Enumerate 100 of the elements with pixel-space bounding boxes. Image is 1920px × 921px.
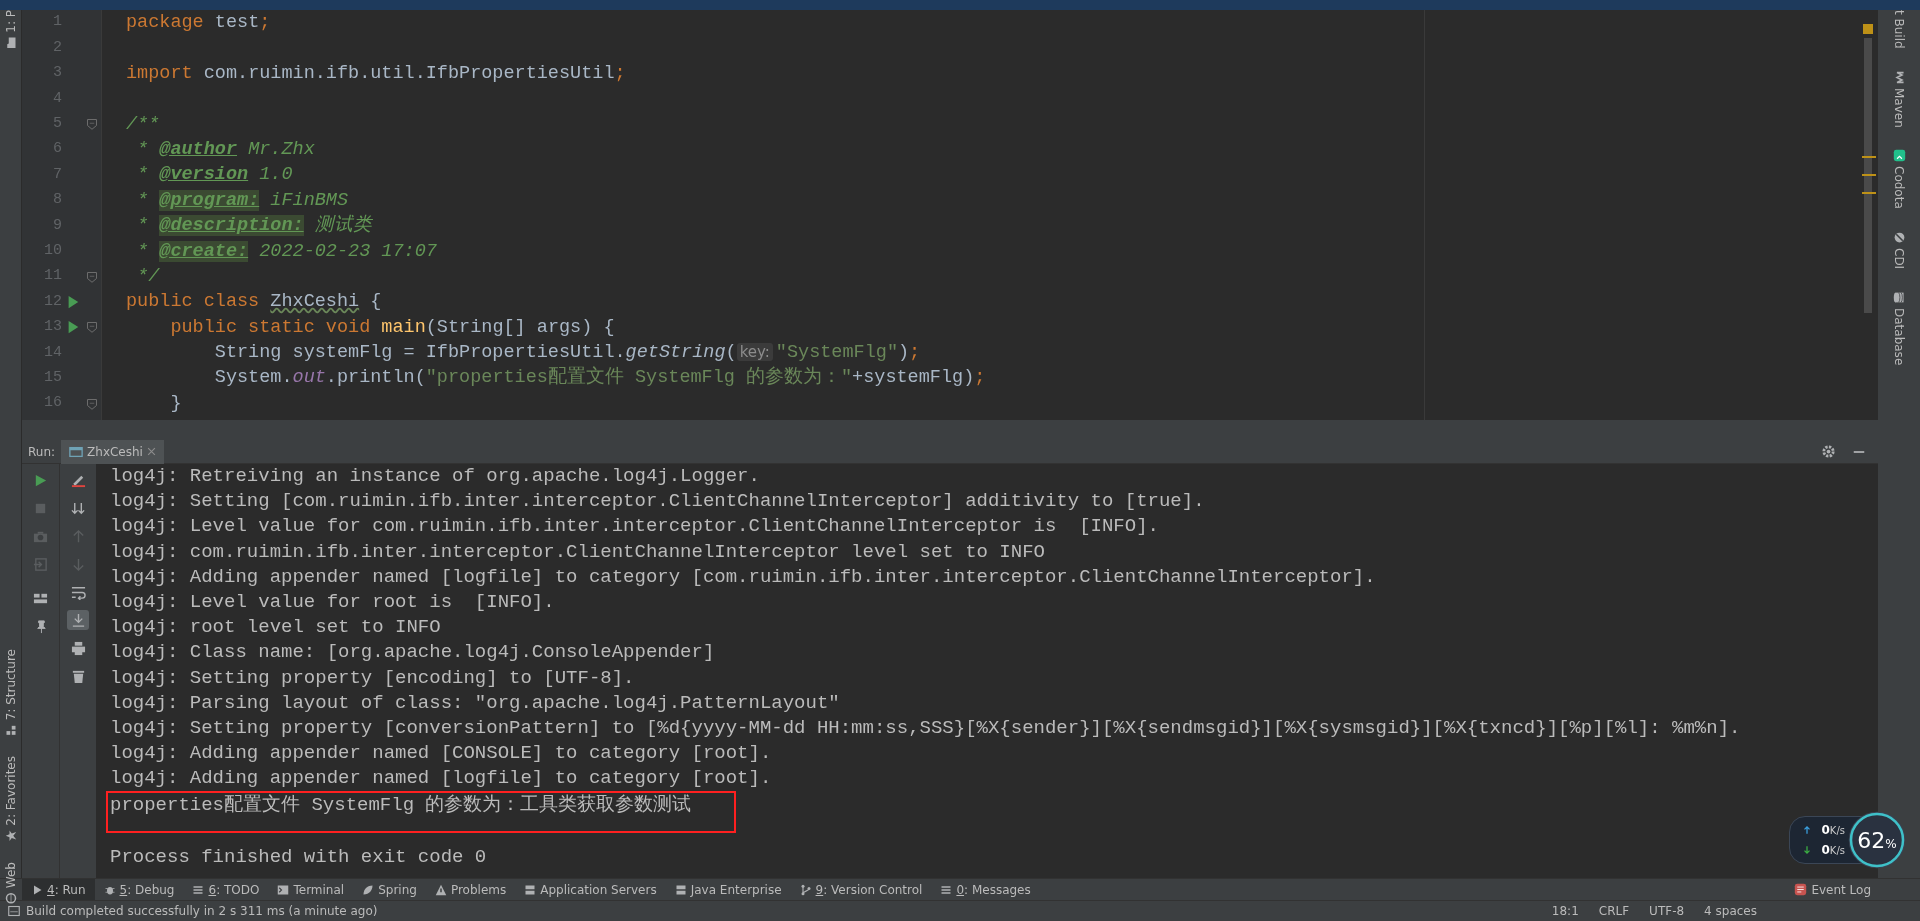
warning-marker[interactable] bbox=[1862, 174, 1876, 176]
fold-icon[interactable] bbox=[86, 320, 98, 335]
build-status-icon[interactable] bbox=[8, 905, 20, 917]
star-icon bbox=[4, 829, 17, 842]
list-icon bbox=[940, 883, 953, 896]
fold-icon[interactable] bbox=[86, 269, 98, 284]
code-line: */ bbox=[136, 264, 160, 289]
scrollbar[interactable] bbox=[1864, 38, 1872, 313]
code-line: * @create: 2022-02-23 17:07 bbox=[136, 239, 437, 264]
tool-window-tab[interactable]: Java Enterprise bbox=[665, 878, 791, 901]
run-icon[interactable] bbox=[66, 294, 80, 310]
status-item[interactable]: CRLF bbox=[1591, 902, 1637, 920]
speed-value: 0 bbox=[1821, 843, 1830, 857]
tool-window-tab[interactable]: 0: Messages bbox=[931, 878, 1040, 901]
speed-unit: K/s bbox=[1829, 845, 1845, 856]
fold-icon[interactable] bbox=[86, 396, 98, 411]
warning-icon bbox=[434, 883, 447, 896]
code-line: package test; bbox=[126, 11, 271, 35]
panel-label: Run: bbox=[27, 443, 57, 461]
tool-window-tab[interactable]: Terminal bbox=[268, 878, 354, 901]
tool-window-button[interactable]: Web bbox=[1, 861, 20, 904]
event-log-tab[interactable]: Event Log bbox=[1785, 878, 1880, 901]
console-line: log4j: Class name: [org.apache.log4j.ConsoleAppender] bbox=[110, 640, 715, 666]
console-line: log4j: Setting [com.ruimin.ifb.inter.interceptor.ClientChannelInterceptor] additivity to [true]. bbox=[110, 489, 1205, 515]
tool-window-button[interactable]: 2: Favorites bbox=[1, 756, 20, 842]
console-line: log4j: com.ruimin.ifb.inter.interceptor.ClientChannelInterceptor level set to INFO bbox=[110, 539, 1045, 565]
gauge-ring bbox=[1849, 812, 1905, 868]
server-icon bbox=[674, 883, 687, 896]
server-icon bbox=[524, 883, 537, 896]
tool-window-tab[interactable]: Spring bbox=[353, 878, 426, 901]
tool-window-tab[interactable]: 6: TODO bbox=[183, 878, 269, 901]
tool-window-button[interactable]: 1: P bbox=[1, 10, 20, 49]
percent-sign: % bbox=[1885, 836, 1897, 853]
cdi-icon bbox=[1892, 231, 1906, 245]
tool-window-tab[interactable]: 9: Version Control bbox=[790, 878, 932, 901]
console-line: log4j: Adding appender named [CONSOLE] to category [root]. bbox=[110, 741, 772, 767]
folder-icon bbox=[4, 36, 17, 49]
status-item[interactable]: UTF-8 bbox=[1642, 902, 1692, 920]
database-icon bbox=[1892, 291, 1906, 305]
status-item[interactable]: 4 spaces bbox=[1697, 902, 1764, 920]
usage-percent: 62 bbox=[1857, 826, 1886, 855]
tool-window-button[interactable]: t Build bbox=[1890, 10, 1908, 49]
terminal-icon bbox=[277, 883, 290, 896]
fold-icon[interactable] bbox=[86, 117, 98, 132]
console-line: log4j: Setting property [conversionPattern] to [%d{yyyy-MM-dd HH:mm:ss,SSS}[%X{sender}][%X{sendmsgid}][%X{sysmsgid}][%X{txncd}][%p][%l]: %m%n]. bbox=[110, 715, 1741, 741]
console-line: log4j: Setting property [encoding] to [UTF-8]. bbox=[110, 665, 635, 691]
console-line: log4j: root level set to INFO bbox=[110, 615, 441, 641]
status-item[interactable]: 18:1 bbox=[1544, 902, 1586, 920]
code-line: * @version 1.0 bbox=[136, 163, 293, 188]
leaf-icon bbox=[362, 883, 375, 896]
code-line: public class ZhxCeshi { bbox=[126, 290, 382, 315]
speed-unit: K/s bbox=[1829, 825, 1845, 836]
globe-icon bbox=[4, 891, 17, 904]
window-icon bbox=[69, 444, 84, 459]
run-tab[interactable]: ZhxCeshi bbox=[61, 439, 164, 464]
tool-window-tab[interactable]: Application Servers bbox=[515, 878, 666, 901]
code-line: } bbox=[169, 391, 182, 416]
list-icon bbox=[192, 883, 205, 896]
tool-window-tab[interactable]: 4: Run bbox=[22, 878, 95, 901]
warning-marker[interactable] bbox=[1862, 156, 1876, 158]
code-line: * @program: iFinBMS bbox=[136, 188, 349, 213]
tool-window-button[interactable]: Database bbox=[1890, 291, 1908, 366]
console-line: log4j: Retreiving an instance of org.apache.log4j.Logger. bbox=[110, 464, 760, 489]
code-line: String systemFlg = IfbPropertiesUtil.getString( key: "SystemFlg"); bbox=[213, 341, 921, 366]
code-line: * @author Mr.Zhx bbox=[136, 137, 315, 162]
close-icon[interactable] bbox=[146, 447, 156, 456]
run-icon[interactable] bbox=[66, 319, 80, 336]
console-line: log4j: Parsing layout of class: "org.apache.log4j.PatternLayout" bbox=[110, 690, 840, 716]
console-line: Process finished with exit code 0 bbox=[110, 845, 487, 871]
tool-window-button[interactable]: 7: Structure bbox=[1, 648, 20, 737]
warning-marker[interactable] bbox=[1862, 192, 1876, 194]
console-line: log4j: Adding appender named [logfile] to category [com.ruimin.ifb.inter.interceptor.ClientChannelInterceptor]. bbox=[110, 564, 1376, 590]
code-editor[interactable] bbox=[22, 10, 1878, 420]
tool-window-tab[interactable]: Problems bbox=[425, 878, 516, 901]
console-line: log4j: Adding appender named [logfile] to category [root]. bbox=[110, 766, 772, 792]
print-icon[interactable] bbox=[70, 640, 86, 656]
code-line: /** bbox=[126, 112, 160, 137]
settings-icon[interactable] bbox=[1821, 444, 1836, 459]
tool-window-button[interactable]: Codota bbox=[1890, 149, 1908, 210]
trash-icon[interactable] bbox=[70, 668, 86, 684]
parameter-hint: key: bbox=[736, 343, 773, 362]
status-message: Build completed successfully in 2 s 311 ms (a minute ago) bbox=[26, 903, 378, 920]
code-line: import com.ruimin.ifb.util.IfbPropertiesUtil; bbox=[126, 61, 626, 86]
console-line: log4j: Level value for root is [INFO]. bbox=[110, 589, 555, 615]
upload-arrow-icon bbox=[1801, 825, 1812, 835]
download-arrow-icon bbox=[1801, 845, 1812, 855]
run-icon bbox=[31, 883, 43, 896]
code-line: System.out.println("properties配置文件 SystemFlg 的参数为："+systemFlg); bbox=[213, 365, 986, 391]
console-line: log4j: Level value for com.ruimin.ifb.inter.interceptor.ClientChannelInterceptor is [INFO]. bbox=[110, 514, 1159, 540]
codota-icon bbox=[1892, 149, 1906, 163]
speed-value: 0 bbox=[1821, 823, 1830, 837]
sort-icon[interactable] bbox=[70, 500, 86, 516]
tool-window-tab[interactable]: 5: Debug bbox=[94, 878, 184, 901]
maven-icon bbox=[1892, 70, 1906, 84]
exit-icon[interactable] bbox=[33, 556, 48, 572]
tool-window-button[interactable]: Maven bbox=[1890, 70, 1908, 128]
run-icon[interactable] bbox=[33, 472, 48, 488]
tool-window-button[interactable]: CDI bbox=[1890, 231, 1908, 270]
wrap-icon[interactable] bbox=[70, 584, 86, 600]
scroll-end-icon[interactable] bbox=[70, 612, 86, 628]
